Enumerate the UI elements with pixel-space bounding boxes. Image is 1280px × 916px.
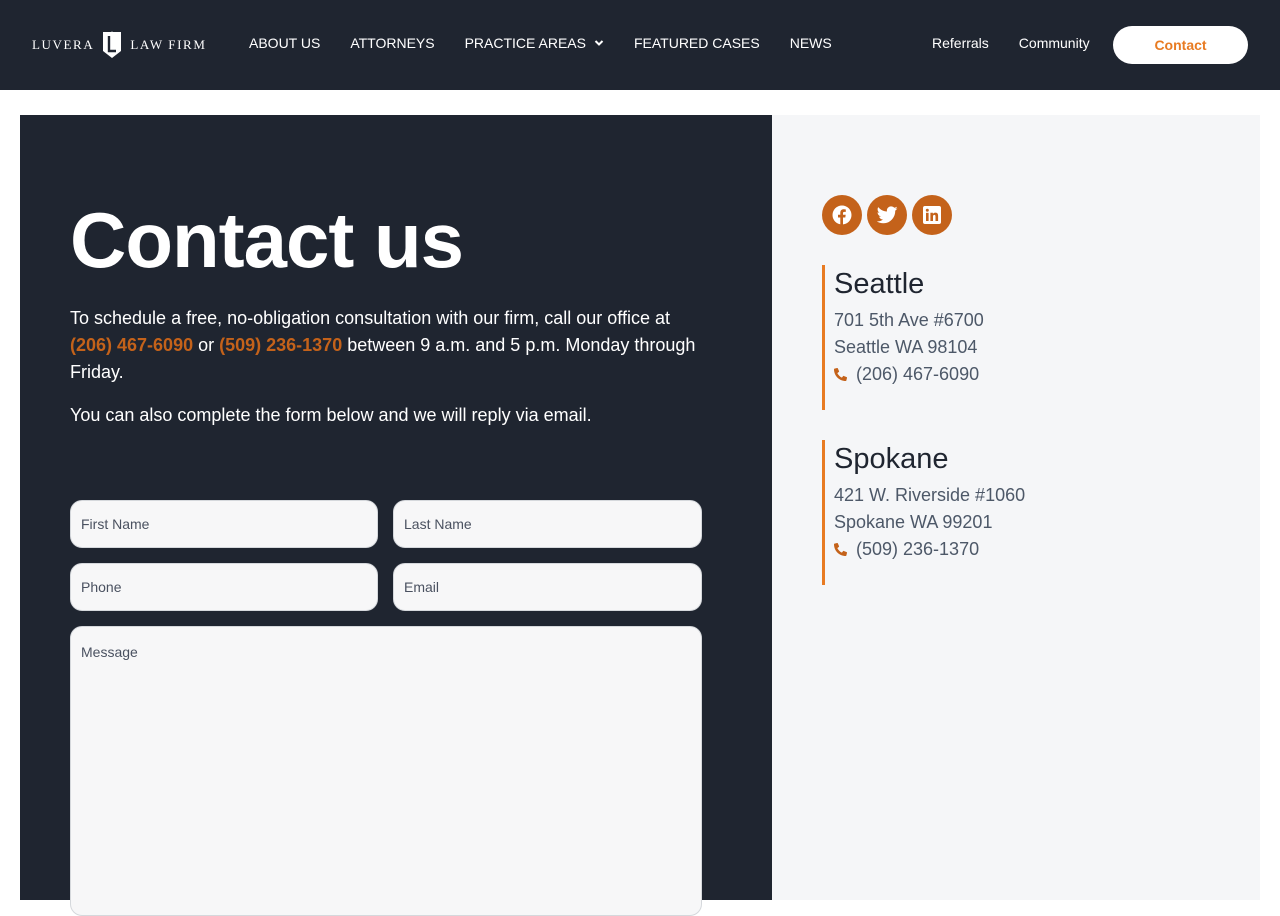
nav-referrals[interactable]: Referrals bbox=[932, 35, 989, 51]
nav-practice-areas[interactable]: PRACTICE AREAS bbox=[465, 35, 604, 51]
phone-field[interactable] bbox=[70, 563, 378, 611]
first-name-field[interactable] bbox=[70, 500, 378, 548]
office-seattle: Seattle 701 5th Ave #6700 Seattle WA 981… bbox=[822, 265, 1222, 410]
office-address-line1: 701 5th Ave #6700 bbox=[834, 310, 984, 330]
secondary-nav: Referrals Community bbox=[932, 35, 1120, 51]
office-phone-link[interactable]: (509) 236-1370 bbox=[834, 536, 1222, 563]
office-address-line2: Spokane WA 99201 bbox=[834, 512, 993, 532]
nav-featured-cases[interactable]: FEATURED CASES bbox=[634, 35, 760, 51]
page-title: Contact us bbox=[70, 196, 464, 284]
office-city: Spokane bbox=[834, 443, 949, 475]
nav-community[interactable]: Community bbox=[1019, 35, 1090, 51]
site-header: LUVERA LAW FIRM ABOUT US ATTORNEYS PRACT… bbox=[0, 0, 1280, 90]
chevron-down-icon bbox=[594, 40, 604, 46]
office-address-line1: 421 W. Riverside #1060 bbox=[834, 485, 1026, 505]
social-links bbox=[822, 195, 952, 235]
logo-text-left: LUVERA bbox=[32, 37, 95, 52]
intro-email-text: You can also complete the form below and… bbox=[70, 405, 592, 425]
office-address-line2: Seattle WA 98104 bbox=[834, 337, 978, 357]
office-phone-number: (509) 236-1370 bbox=[856, 539, 980, 559]
linkedin-icon bbox=[923, 206, 941, 224]
intro-text: To schedule a free, no-obligation consul… bbox=[70, 305, 710, 386]
nav-practice-areas-label: PRACTICE AREAS bbox=[464, 35, 586, 51]
linkedin-button[interactable] bbox=[912, 195, 952, 235]
phone-icon bbox=[834, 543, 847, 556]
nav-about-us[interactable]: ABOUT US bbox=[249, 35, 320, 51]
email-field[interactable] bbox=[393, 563, 702, 611]
facebook-icon bbox=[832, 205, 852, 225]
office-phone-link[interactable]: (206) 467-6090 bbox=[834, 361, 1222, 388]
nav-news[interactable]: NEWS bbox=[790, 35, 832, 51]
twitter-icon bbox=[876, 206, 898, 224]
main-nav: ABOUT US ATTORNEYS PRACTICE AREAS FEATUR… bbox=[249, 35, 862, 51]
intro-mid: or bbox=[193, 335, 220, 355]
contact-button[interactable]: Contact bbox=[1113, 26, 1248, 64]
facebook-button[interactable] bbox=[822, 195, 862, 235]
office-phone-number: (206) 467-6090 bbox=[856, 364, 980, 384]
logo-shield-icon bbox=[103, 31, 122, 58]
phone-link-seattle[interactable]: (206) 467-6090 bbox=[70, 335, 193, 355]
logo-text-right: LAW FIRM bbox=[130, 37, 207, 52]
message-field[interactable] bbox=[70, 626, 702, 916]
last-name-field[interactable] bbox=[393, 500, 702, 548]
logo[interactable]: LUVERA LAW FIRM bbox=[32, 30, 207, 60]
office-city: Seattle bbox=[834, 268, 925, 300]
phone-link-spokane[interactable]: (509) 236-1370 bbox=[219, 335, 342, 355]
phone-icon bbox=[834, 368, 847, 381]
office-spokane: Spokane 421 W. Riverside #1060 Spokane W… bbox=[822, 440, 1222, 585]
twitter-button[interactable] bbox=[867, 195, 907, 235]
nav-attorneys[interactable]: ATTORNEYS bbox=[350, 35, 434, 51]
intro-before: To schedule a free, no-obligation consul… bbox=[70, 308, 670, 328]
